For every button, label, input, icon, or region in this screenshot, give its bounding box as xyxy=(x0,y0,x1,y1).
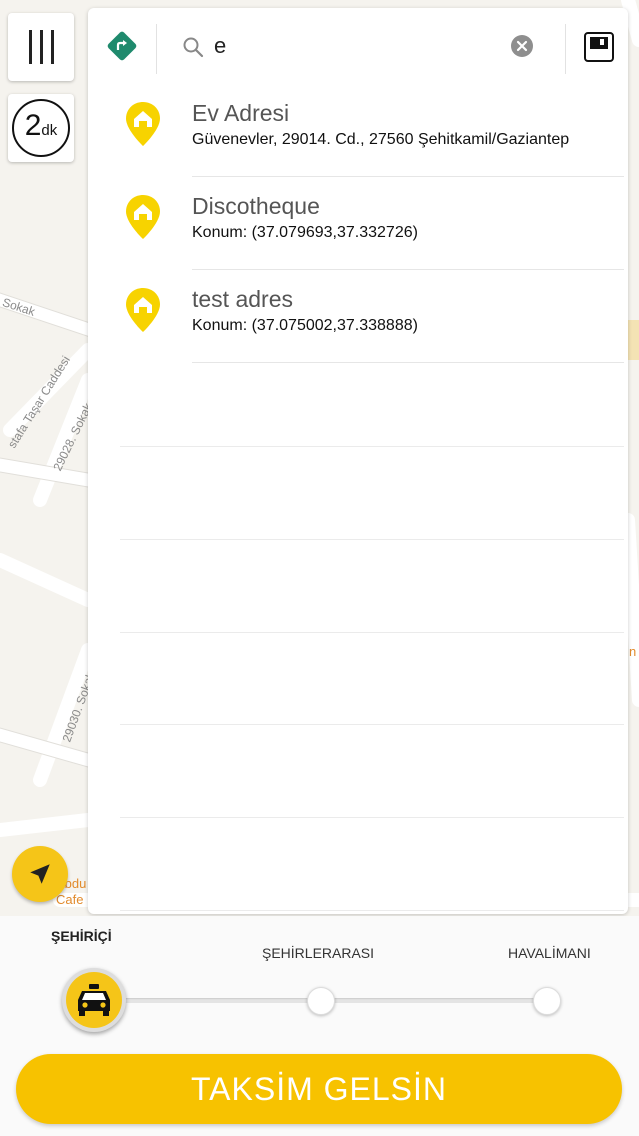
service-selector: ŞEHİRİÇİ ŞEHİRLERARASI HAVALİMANI TAKSİM… xyxy=(0,916,639,1136)
results-list: Ev Adresi Güvenevler, 29014. Cd., 27560 … xyxy=(88,84,628,363)
search-panel: Ev Adresi Güvenevler, 29014. Cd., 27560 … xyxy=(88,8,628,914)
slider-handle[interactable] xyxy=(62,968,126,1032)
slider-stop[interactable] xyxy=(533,987,561,1015)
separator xyxy=(565,24,566,74)
menu-button[interactable] xyxy=(8,13,74,81)
result-title: Ev Adresi xyxy=(192,100,290,126)
hamburger-vertical-icon xyxy=(28,30,54,64)
search-input[interactable] xyxy=(214,30,504,62)
poi-label-partial: n xyxy=(629,644,637,659)
list-item[interactable]: Discotheque Konum: (37.079693,37.332726) xyxy=(88,177,628,270)
navigation-arrow-icon xyxy=(30,864,50,884)
locate-me-button[interactable] xyxy=(12,846,68,902)
result-title: test adres xyxy=(192,286,293,312)
home-pin-icon xyxy=(126,195,160,239)
divider xyxy=(192,362,624,363)
empty-row-divider xyxy=(120,817,624,818)
separator xyxy=(156,24,157,74)
clear-circle-icon[interactable] xyxy=(511,35,533,57)
empty-row-divider xyxy=(120,632,624,633)
list-item[interactable]: Ev Adresi Güvenevler, 29014. Cd., 27560 … xyxy=(88,84,628,177)
eta-unit: dk xyxy=(41,122,58,139)
result-title: Discotheque xyxy=(192,193,320,219)
magnifier-icon xyxy=(183,37,204,58)
search-bar xyxy=(88,8,628,84)
taxi-icon xyxy=(78,984,110,1016)
call-taxi-button[interactable]: TAKSİM GELSİN xyxy=(16,1054,622,1124)
eta-circle: 2 dk xyxy=(12,99,70,157)
empty-row-divider xyxy=(120,724,624,725)
empty-row-divider xyxy=(120,446,624,447)
empty-row-divider xyxy=(120,539,624,540)
list-item[interactable]: test adres Konum: (37.075002,37.338888) xyxy=(88,270,628,363)
home-pin-icon xyxy=(126,288,160,332)
result-subtitle: Güvenevler, 29014. Cd., 27560 Şehitkamil… xyxy=(192,131,570,148)
floppy-save-icon[interactable] xyxy=(583,31,615,63)
slider-stop[interactable] xyxy=(307,987,335,1015)
eta-number: 2 xyxy=(24,109,42,142)
result-subtitle: Konum: (37.079693,37.332726) xyxy=(192,224,418,241)
home-pin-icon xyxy=(126,102,160,146)
category-sehirlerarasi[interactable]: ŞEHİRLERARASI xyxy=(262,945,374,961)
eta-badge[interactable]: 2 dk xyxy=(8,94,74,162)
empty-row-divider xyxy=(120,910,624,911)
route-turn-icon[interactable] xyxy=(106,30,138,62)
category-sehirici[interactable]: ŞEHİRİÇİ xyxy=(51,928,112,944)
result-subtitle: Konum: (37.075002,37.338888) xyxy=(192,317,418,334)
category-havalimani[interactable]: HAVALİMANI xyxy=(508,945,591,961)
